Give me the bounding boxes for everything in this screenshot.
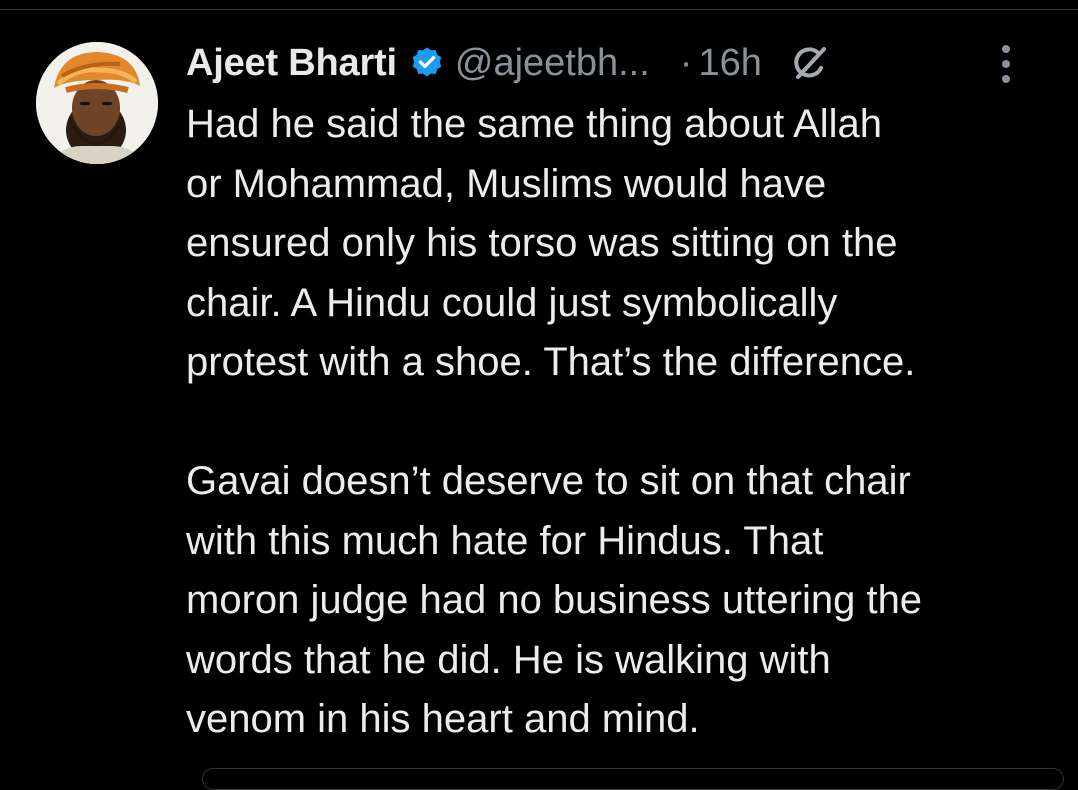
tweet-line: Gavai doesn’t deserve to sit on that cha… [186, 459, 911, 503]
top-divider [0, 9, 1078, 10]
tweet-header: Ajeet Bharti @ajeetbh... · 16h [186, 36, 1056, 90]
tweet-text: Had he said the same thing about Allah o… [186, 95, 1066, 750]
tweet-line: with this much hate for Hindus. That [186, 518, 824, 563]
quoted-card-edge [202, 768, 1064, 790]
avatar[interactable] [36, 42, 158, 164]
author-handle[interactable]: @ajeetbh... [455, 42, 650, 85]
tweet-line: venom in his heart and mind. [186, 697, 700, 741]
timestamp[interactable]: 16h [698, 42, 761, 85]
tweet-line: chair. A Hindu could just symbolically [186, 280, 838, 325]
tweet-line: ensured only his torso was sitting on th… [186, 221, 898, 265]
avatar-image [36, 42, 158, 164]
tweet-line: words that he did. He is walking with [186, 637, 831, 682]
tweet-line: or Mohammad, Muslims would have [186, 161, 827, 206]
more-options-icon[interactable] [996, 42, 1016, 86]
verified-badge-icon [409, 45, 445, 81]
separator-dot: · [679, 41, 693, 84]
tweet-line: moron judge had no business uttering the [186, 578, 923, 622]
tweet-line: Had he said the same thing about Allah [186, 102, 883, 146]
tweet-line: protest with a shoe. That’s the differen… [186, 340, 916, 384]
grok-icon[interactable] [790, 43, 830, 83]
author-name[interactable]: Ajeet Bharti [186, 42, 397, 85]
